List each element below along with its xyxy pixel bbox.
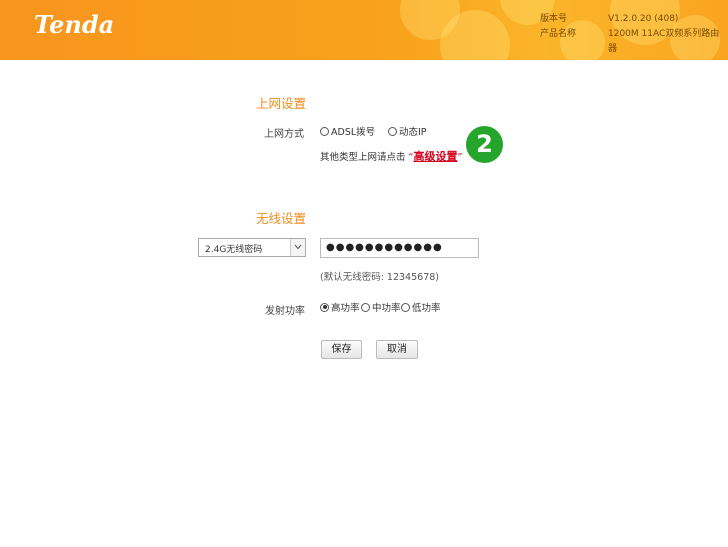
- advanced-settings-link[interactable]: 高级设置: [413, 150, 457, 163]
- save-button[interactable]: 保存: [321, 340, 362, 359]
- other-types-text: 其他类型上网请点击: [320, 152, 406, 163]
- radio-circle[interactable]: [388, 126, 397, 136]
- default-password-hint: (默认无线密码: 12345678): [320, 272, 439, 283]
- tenda-logo: Tenda: [34, 10, 115, 39]
- internet-settings-title: 上网设置: [256, 96, 307, 111]
- header-info-values: V1.2.0.20 (408) 1200M 11AC双频系列路由器: [608, 12, 728, 57]
- band-select[interactable]: 2.4G无线密码: [198, 238, 306, 257]
- radio-power-high-label: 高功率: [331, 303, 360, 314]
- radio-power-medium[interactable]: 中功率: [361, 300, 401, 314]
- band-select-value: 2.4G无线密码: [205, 245, 263, 255]
- radio-circle[interactable]: [361, 302, 370, 312]
- radio-dynamic-ip-label: 动态IP: [399, 127, 427, 138]
- radio-dynamic-ip[interactable]: 动态IP: [388, 124, 427, 138]
- product-label: 产品名称: [540, 29, 577, 39]
- connection-mode-label: 上网方式: [264, 129, 304, 140]
- product-value: 1200M 11AC双频系列路由器: [608, 29, 720, 54]
- radio-circle[interactable]: [320, 302, 329, 312]
- wireless-settings-title: 无线设置: [256, 211, 307, 226]
- version-label: 版本号: [540, 14, 568, 24]
- quote-close: ”: [457, 152, 463, 163]
- chevron-down-icon[interactable]: [290, 239, 305, 256]
- other-types-note: 其他类型上网请点击 “高级设置”: [320, 148, 462, 164]
- wireless-password-input[interactable]: ●●●●●●●●●●●●: [320, 238, 479, 258]
- radio-power-low[interactable]: 低功率: [401, 300, 441, 314]
- radio-circle[interactable]: [401, 302, 410, 312]
- step-2-badge: 2: [466, 126, 503, 163]
- radio-adsl[interactable]: ADSL拨号: [320, 124, 375, 138]
- header-bar: Tenda 版本号 产品名称 V1.2.0.20 (408) 1200M 11A…: [0, 0, 728, 60]
- radio-power-high[interactable]: 高功率: [320, 300, 360, 314]
- radio-power-medium-label: 中功率: [372, 303, 401, 314]
- header-info-labels: 版本号 产品名称: [540, 12, 576, 42]
- radio-adsl-label: ADSL拨号: [331, 127, 376, 138]
- tx-power-label: 发射功率: [265, 306, 305, 317]
- cancel-button[interactable]: 取消: [376, 340, 418, 359]
- radio-circle[interactable]: [320, 126, 329, 136]
- radio-power-low-label: 低功率: [412, 303, 441, 314]
- version-value: V1.2.0.20 (408): [608, 14, 679, 24]
